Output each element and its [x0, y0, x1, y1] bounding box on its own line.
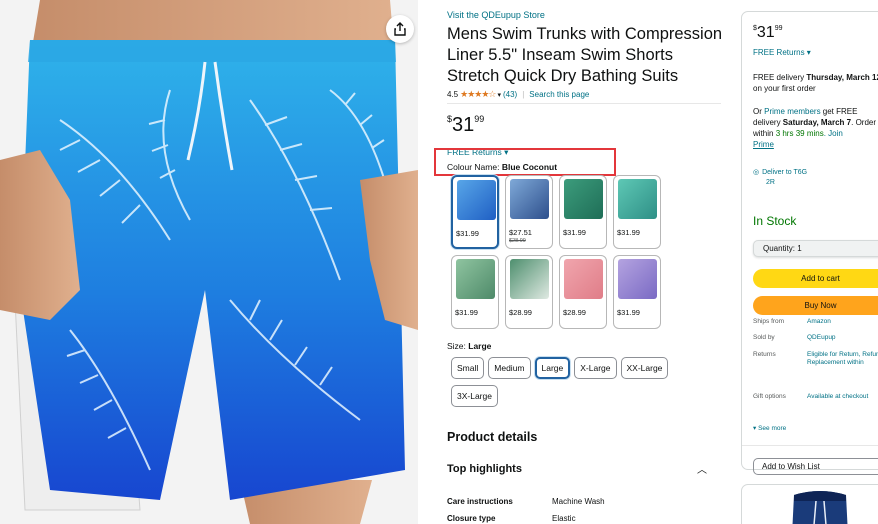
size-option-small[interactable]: Small: [451, 357, 485, 379]
swatch-price: $31.99: [455, 308, 478, 317]
colour-swatch[interactable]: $31.99: [613, 175, 661, 249]
prime-delivery-message: Or Prime members get FREE delivery Satur…: [753, 107, 877, 149]
attribute-key: Closure type: [447, 514, 496, 523]
swatch-price: $28.99: [563, 308, 586, 317]
rating-value: 4.5: [447, 90, 459, 99]
colour-swatch[interactable]: $31.99: [451, 255, 499, 329]
star-rating-icon[interactable]: ★★★★☆: [460, 89, 496, 100]
join-prime-link[interactable]: . Join: [824, 129, 843, 138]
divider: [447, 103, 721, 104]
location-pin-icon: ◎: [753, 169, 760, 176]
attribute-key: Care instructions: [447, 497, 513, 506]
colour-swatch[interactable]: $31.99: [613, 255, 661, 329]
size-option-medium[interactable]: Medium: [488, 357, 531, 379]
swatch-price: $27.51: [509, 228, 532, 237]
colour-swatch-grid: $31.99 $27.51 $28.99 $31.99 $31.99 $31.99 $28.…: [451, 175, 667, 329]
colour-swatch[interactable]: $31.99: [451, 175, 499, 249]
prime-link[interactable]: Prime: [753, 140, 774, 149]
separator: |: [522, 90, 525, 99]
colour-swatch[interactable]: $27.51 $28.99: [505, 175, 553, 249]
rating-count-link[interactable]: (43): [503, 90, 517, 99]
swatch-price: $31.99: [617, 308, 640, 317]
colour-swatch[interactable]: $28.99: [505, 255, 553, 329]
size-label: Size: Large: [447, 341, 492, 351]
swatch-thumbnail: [456, 259, 495, 299]
chevron-up-icon[interactable]: ︿: [697, 461, 707, 476]
buybox-free-returns-link[interactable]: FREE Returns ▾: [753, 48, 811, 57]
search-this-page-link[interactable]: Search this page: [529, 90, 589, 99]
share-icon: [394, 22, 406, 36]
swatch-price: $28.99: [509, 308, 532, 317]
sponsored-product-ad[interactable]: [741, 484, 878, 524]
swatch-thumbnail: [618, 179, 657, 219]
add-to-wish-list-button[interactable]: Add to Wish List: [753, 458, 878, 475]
size-option-large[interactable]: Large: [534, 357, 571, 379]
swatch-thumbnail: [618, 259, 657, 299]
deliver-to-link[interactable]: ◎ Deliver to T6G 2R: [753, 168, 807, 188]
product-photo: [0, 0, 418, 524]
countdown: 3 hrs 39 mins: [775, 129, 824, 138]
product-info-column: Visit the QDEupup Store Mens Swim Trunks…: [434, 0, 725, 524]
highlight-annotation-box: [434, 148, 616, 176]
attribute-value: Machine Wash: [552, 497, 605, 506]
product-details-heading: Product details: [447, 430, 538, 444]
ad-product-image: [792, 491, 848, 524]
size-option-3x-large[interactable]: 3X-Large: [451, 385, 498, 407]
swatch-price: $31.99: [563, 228, 586, 237]
product-image-gallery[interactable]: [0, 0, 418, 524]
buy-box: $3199 FREE Returns ▾ FREE delivery Thurs…: [741, 11, 878, 475]
share-button[interactable]: [386, 15, 414, 43]
size-value: Large: [468, 341, 492, 351]
chevron-down-icon[interactable]: ▾: [497, 91, 501, 99]
swatch-thumbnail: [510, 179, 549, 219]
store-link[interactable]: Visit the QDEupup Store: [447, 10, 545, 20]
swatch-price: $31.99: [617, 228, 640, 237]
add-to-cart-button[interactable]: Add to cart: [753, 269, 878, 288]
attribute-value: Elastic: [552, 514, 576, 523]
quantity-dropdown[interactable]: Quantity: 1: [753, 240, 878, 257]
top-highlights-heading[interactable]: Top highlights: [447, 463, 522, 475]
swatch-thumbnail: [564, 259, 603, 299]
size-option-x-large[interactable]: X-Large: [574, 357, 617, 379]
product-title: Mens Swim Trunks with Compression Liner …: [447, 25, 723, 85]
delivery-message: FREE delivery Thursday, March 12 on your…: [753, 73, 878, 93]
price: $3199: [447, 114, 485, 136]
swatch-thumbnail: [564, 179, 603, 219]
colour-swatch[interactable]: $31.99: [559, 175, 607, 249]
size-button-group: Small Medium Large X-Large XX-Large 3X-Large: [451, 357, 681, 407]
buy-now-button[interactable]: Buy Now: [753, 296, 878, 315]
prime-members-link[interactable]: Prime members: [764, 107, 820, 116]
rating-row: 4.5 ★★★★☆ ▾ (43) | Search this page: [447, 89, 589, 100]
see-more-link[interactable]: ▾ See more: [753, 424, 786, 432]
swatch-price: $31.99: [456, 229, 479, 238]
colour-swatch[interactable]: $28.99: [559, 255, 607, 329]
divider: [742, 445, 878, 446]
size-option-xx-large[interactable]: XX-Large: [620, 357, 669, 379]
swatch-thumbnail: [457, 180, 496, 220]
swatch-list-price: $28.99: [509, 238, 526, 244]
swatch-thumbnail: [510, 259, 549, 299]
stock-status: In Stock: [753, 214, 797, 228]
buybox-price: $3199: [753, 24, 783, 41]
